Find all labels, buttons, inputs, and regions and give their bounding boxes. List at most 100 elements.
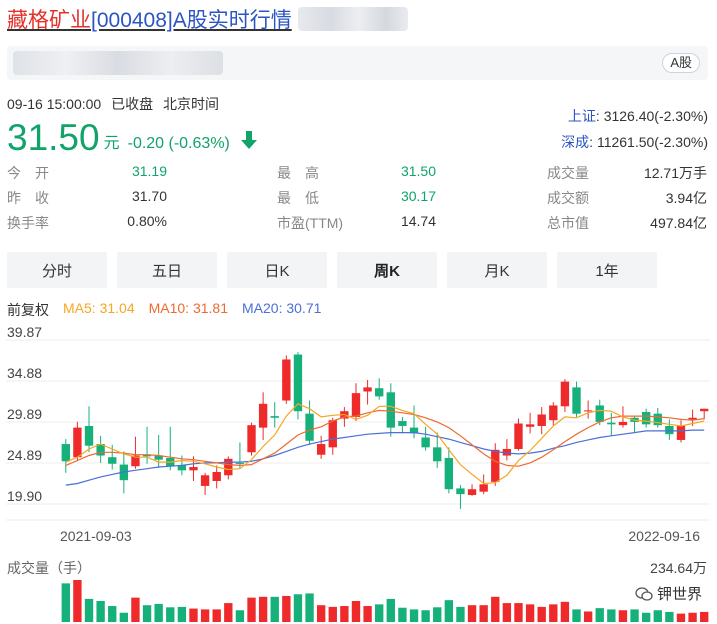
- tab-intraday[interactable]: 分时: [7, 252, 107, 288]
- stock-code-title[interactable]: [000408]A股实时行情: [91, 9, 292, 32]
- candle-body: [293, 354, 303, 412]
- volume-bar: [409, 609, 419, 622]
- volume-bar: [688, 612, 697, 622]
- candle-body: [61, 444, 70, 462]
- candle-body: [688, 417, 697, 420]
- stat-value-pe: 14.74: [400, 213, 436, 229]
- price-unit: 元: [103, 135, 120, 152]
- volume-bar: [375, 604, 384, 622]
- volume-bar: [212, 609, 221, 622]
- legend-ma10: MA10: 31.81: [148, 300, 228, 316]
- candle-body: [676, 425, 686, 440]
- legend-ma20: MA20: 30.71: [242, 300, 322, 316]
- index-name[interactable]: 上证: [568, 108, 596, 124]
- quote-time: 09-16 15:00:00 已收盘 北京时间: [7, 94, 219, 114]
- candle-body: [700, 408, 709, 412]
- volume-bar: [525, 604, 535, 622]
- volume-bar: [595, 608, 604, 622]
- candle-body: [491, 449, 500, 482]
- wechat-icon: [635, 586, 653, 601]
- candle-body: [305, 413, 314, 441]
- stat-label-open: 今 开: [7, 165, 49, 181]
- candle-body: [235, 462, 245, 464]
- volume-bar: [549, 604, 558, 622]
- stat-value-amount: 3.94亿: [665, 190, 707, 206]
- candlestick-chart[interactable]: 39.87 34.88 29.89 24.89 19.90 2021-09-03 2022-…: [0, 320, 717, 552]
- index-shenzhen[interactable]: 深成: 11261.50(-2.30%): [561, 132, 708, 152]
- volume-bar: [572, 609, 581, 622]
- x-tick-label: 2021-09-03: [60, 528, 132, 544]
- volume-bar: [363, 606, 372, 622]
- stock-name[interactable]: 藏格矿业: [7, 9, 91, 32]
- volume-bar: [421, 610, 430, 622]
- stat-label-volume: 成交量: [547, 165, 589, 181]
- watermark-text: 钾世界: [656, 586, 702, 603]
- stock-title-link[interactable]: 藏格矿业[000408]A股实时行情: [7, 4, 292, 34]
- candle-body: [641, 412, 651, 425]
- volume-bar: [653, 610, 662, 622]
- arrow-down-icon: [240, 131, 257, 149]
- market-badge[interactable]: A股: [662, 53, 700, 73]
- volume-bar: [270, 596, 279, 622]
- stat-value-open: 31.19: [131, 163, 167, 179]
- volume-bar: [386, 598, 395, 622]
- volume-bar: [305, 593, 314, 622]
- volume-bar: [282, 595, 291, 622]
- candle-body: [560, 381, 570, 407]
- candle-body: [583, 410, 593, 412]
- stat-label-turnover: 换手率: [7, 215, 49, 231]
- volume-bar: [61, 583, 70, 622]
- candle-body: [375, 388, 384, 397]
- y-tick-label: 39.87: [7, 324, 42, 340]
- tab-weekly-k[interactable]: 周K: [337, 252, 437, 288]
- volume-bar: [560, 601, 570, 622]
- candle-body: [572, 387, 581, 414]
- y-tick-label: 34.88: [7, 365, 42, 381]
- volume-bar: [351, 601, 361, 622]
- candle-body: [200, 475, 210, 486]
- price-row: 31.50 元 -0.20 (-0.63%): [7, 114, 258, 158]
- candle-body: [433, 447, 442, 462]
- stat-label-low: 最 低: [277, 190, 319, 206]
- tab-one-year[interactable]: 1年: [557, 252, 657, 288]
- volume-bar: [328, 606, 337, 622]
- ma5-line: [65, 403, 705, 485]
- tab-five-day[interactable]: 五日: [117, 252, 217, 288]
- candle-body: [316, 444, 326, 455]
- volume-bar: [166, 607, 175, 622]
- stat-value-low: 30.17: [400, 188, 436, 204]
- tab-monthly-k[interactable]: 月K: [447, 252, 547, 288]
- legend-ma5: MA5: 31.04: [63, 300, 135, 316]
- ma-legend: 前复权 MA5: 31.04 MA10: 31.81 MA20: 30.71: [7, 300, 321, 320]
- volume-bar: [502, 603, 512, 622]
- candle-body: [73, 427, 82, 458]
- candle-body: [258, 403, 268, 428]
- volume-title: 成交量（手）: [7, 560, 91, 576]
- tab-daily-k[interactable]: 日K: [227, 252, 327, 288]
- volume-bar: [247, 597, 256, 622]
- volume-bar: [340, 606, 349, 622]
- candle-body: [189, 467, 198, 471]
- volume-bar: [444, 600, 454, 622]
- candle-body: [328, 420, 337, 448]
- candle-body: [421, 437, 430, 448]
- current-price: 31.50: [7, 117, 100, 158]
- volume-chart[interactable]: [0, 578, 717, 624]
- index-name[interactable]: 深成: [561, 134, 589, 150]
- volume-bar: [514, 603, 523, 622]
- timezone: 北京时间: [162, 96, 219, 112]
- candle-body: [386, 392, 395, 428]
- volume-bar: [676, 613, 686, 622]
- candle-body: [525, 424, 535, 427]
- stat-label-amount: 成交额: [547, 190, 589, 206]
- index-shanghai[interactable]: 上证: 3126.40(-2.30%): [568, 106, 708, 126]
- adjust-mode[interactable]: 前复权: [7, 300, 49, 320]
- volume-bar: [467, 605, 477, 622]
- y-tick-label: 29.89: [7, 406, 42, 422]
- volume-bar: [641, 612, 651, 622]
- volume-bar: [119, 612, 129, 622]
- candle-body: [84, 425, 94, 446]
- volume-bar: [607, 609, 616, 622]
- volume-bar: [537, 606, 546, 622]
- stat-value-volume: 12.71万手: [643, 165, 707, 181]
